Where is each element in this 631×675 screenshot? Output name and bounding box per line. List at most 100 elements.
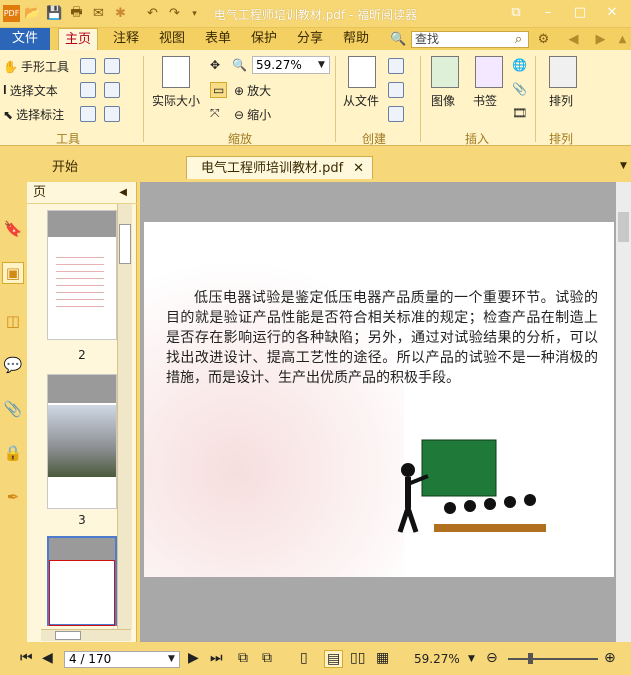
continuous-page-icon[interactable]: ▤ xyxy=(324,650,344,668)
continuous-facing-icon[interactable]: ▦ xyxy=(376,650,389,666)
horizontal-scrollbar[interactable] xyxy=(41,629,131,641)
comment-icon xyxy=(80,82,96,98)
back-arrow-icon[interactable]: ◀ xyxy=(565,31,582,48)
facing-page-icon[interactable]: ▯▯ xyxy=(350,650,365,666)
arrange-button[interactable]: 排列 xyxy=(549,92,573,109)
fit-page-icon[interactable]: ✥ xyxy=(210,58,220,72)
zoom-out-status-icon[interactable]: ⊖ xyxy=(486,650,498,666)
video-icon[interactable]: 🎞 xyxy=(512,106,527,120)
image-button[interactable]: 图像 xyxy=(431,92,455,109)
thumbnail-scrollbar[interactable] xyxy=(117,204,132,629)
highlight-button[interactable] xyxy=(80,106,96,122)
zoom-level-dropdown-icon[interactable]: ▼ xyxy=(468,654,475,664)
page-thumbnail[interactable] xyxy=(47,210,117,340)
link-button[interactable] xyxy=(104,106,120,122)
panel-collapse-icon[interactable]: ◀ xyxy=(119,182,127,204)
menu-protect[interactable]: 保护 xyxy=(245,28,283,50)
forward-arrow-icon[interactable]: ▶ xyxy=(592,31,609,48)
hand-tool-button[interactable]: ✋ 手形工具 xyxy=(3,58,69,75)
scrollbar-thumb[interactable] xyxy=(119,224,131,264)
student xyxy=(484,498,496,510)
file-menu[interactable]: 文件 xyxy=(0,28,50,50)
create-clipboard-icon[interactable] xyxy=(388,106,404,122)
student xyxy=(444,502,456,514)
web-link-icon[interactable]: 🌐 xyxy=(512,58,527,72)
hand-tool-label: 手形工具 xyxy=(20,60,69,74)
student xyxy=(524,494,536,506)
single-page-icon[interactable]: ▯ xyxy=(300,650,308,666)
attachments-panel-icon[interactable]: 📎 xyxy=(2,398,24,420)
body-paragraph: 低压电器试验是鉴定低压电器产品质量的一个重要环节。试验的目的就是验证产品性能是否… xyxy=(166,290,598,386)
document-viewer[interactable]: 低压电器试验是鉴定低压电器产品质量的一个重要环节。试验的目的就是验证产品性能是否… xyxy=(140,182,631,642)
tab-document-label: 电气工程师培训教材.pdf xyxy=(201,161,344,176)
zoom-out-button[interactable]: ⊖ 缩小 xyxy=(234,106,271,123)
find-tool-icon[interactable]: 🔍 xyxy=(390,31,407,48)
from-file-button[interactable]: 从文件 xyxy=(343,92,379,109)
menu-help[interactable]: 帮助 xyxy=(337,28,375,50)
create-scanner-icon[interactable] xyxy=(388,82,404,98)
comments-panel-icon[interactable]: 💬 xyxy=(2,354,24,376)
previous-page-icon[interactable]: ◀ xyxy=(42,650,53,666)
actual-size-icon xyxy=(162,56,190,88)
maximize-button[interactable]: □ xyxy=(571,4,589,22)
next-view-icon[interactable]: ⧉ xyxy=(262,650,272,666)
zoom-dropdown-arrow-icon[interactable]: ▼ xyxy=(318,60,325,70)
snapshot-button[interactable] xyxy=(104,58,120,74)
comment-button[interactable] xyxy=(80,82,96,98)
clipboard-icon xyxy=(104,82,120,98)
signatures-panel-icon[interactable]: ✒ xyxy=(2,486,24,508)
minimize-button[interactable]: – xyxy=(539,4,557,22)
previous-view-icon[interactable]: ⧉ xyxy=(238,650,248,666)
bookmark-button[interactable]: 书签 xyxy=(473,92,497,109)
bookmarks-panel-icon[interactable]: 🔖 xyxy=(2,218,24,240)
page-dropdown-icon[interactable]: ▼ xyxy=(168,654,175,664)
zoom-in-button[interactable]: ⊕ 放大 xyxy=(234,82,271,99)
viewer-scroll-thumb[interactable] xyxy=(618,212,629,242)
pages-panel-icon[interactable]: ▣ xyxy=(2,262,24,284)
hscroll-thumb[interactable] xyxy=(55,631,81,640)
clipboard-button[interactable] xyxy=(104,82,120,98)
navigation-rail: 🔖 ▣ ◫ 💬 📎 🔒 ✒ xyxy=(0,182,27,642)
typewriter-button[interactable] xyxy=(80,58,96,74)
menu-form[interactable]: 表单 xyxy=(199,28,237,50)
zoom-in-status-icon[interactable]: ⊕ xyxy=(604,650,616,666)
tab-document[interactable]: 电气工程师培训教材.pdf ✕ xyxy=(186,156,373,179)
ribbon-collapse-icon[interactable]: ▲ xyxy=(614,31,631,48)
settings-gear-icon[interactable]: ⚙ xyxy=(535,31,552,48)
teacher-chalkboard-illustration xyxy=(397,439,546,533)
last-page-icon[interactable]: ⏭ xyxy=(210,650,223,666)
restore-layout-icon[interactable]: ⧉ xyxy=(507,4,525,22)
tab-list-arrow-icon[interactable]: ▼ xyxy=(620,161,627,171)
fit-width-icon[interactable]: ▭ xyxy=(210,82,228,98)
page-thumbnail-selected[interactable] xyxy=(47,536,117,626)
next-page-icon[interactable]: ▶ xyxy=(188,650,199,666)
select-text-button[interactable]: 𝐈 选择文本 xyxy=(3,82,58,99)
text-cursor-icon: 𝐈 xyxy=(3,83,7,97)
create-blank-icon[interactable] xyxy=(388,58,404,74)
close-button[interactable]: ✕ xyxy=(603,4,621,22)
fit-visible-icon[interactable]: ⤧ xyxy=(210,106,220,121)
desk xyxy=(434,524,546,532)
actual-size-button[interactable]: 实际大小 xyxy=(152,92,200,109)
thumbnail-panel: 页 ◀ 2 3 xyxy=(27,182,137,642)
from-file-icon xyxy=(348,56,376,88)
menu-share[interactable]: 分享 xyxy=(291,28,329,50)
page-thumbnail[interactable] xyxy=(47,374,117,509)
first-page-icon[interactable]: ⏮ xyxy=(20,650,33,666)
select-annotation-button[interactable]: ⬉ 选择标注 xyxy=(3,106,64,123)
page-number-field[interactable]: 4 / 170 xyxy=(64,651,180,668)
tab-close-icon[interactable]: ✕ xyxy=(353,157,364,180)
viewer-scrollbar[interactable] xyxy=(616,182,631,642)
tab-start[interactable]: 开始 xyxy=(38,156,92,179)
menu-home[interactable]: 主页 xyxy=(58,28,99,50)
zoom-slider-track[interactable] xyxy=(508,658,598,660)
zoom-slider-thumb[interactable] xyxy=(528,653,533,664)
layers-panel-icon[interactable]: ◫ xyxy=(2,310,24,332)
security-panel-icon[interactable]: 🔒 xyxy=(2,442,24,464)
menu-comment[interactable]: 注释 xyxy=(107,28,145,50)
blank-page-icon xyxy=(388,58,404,74)
attach-file-icon[interactable]: 📎 xyxy=(512,82,527,96)
ribbon-divider xyxy=(535,56,536,142)
menu-view[interactable]: 视图 xyxy=(153,28,191,50)
search-icon[interactable]: ⌕ xyxy=(510,31,527,48)
